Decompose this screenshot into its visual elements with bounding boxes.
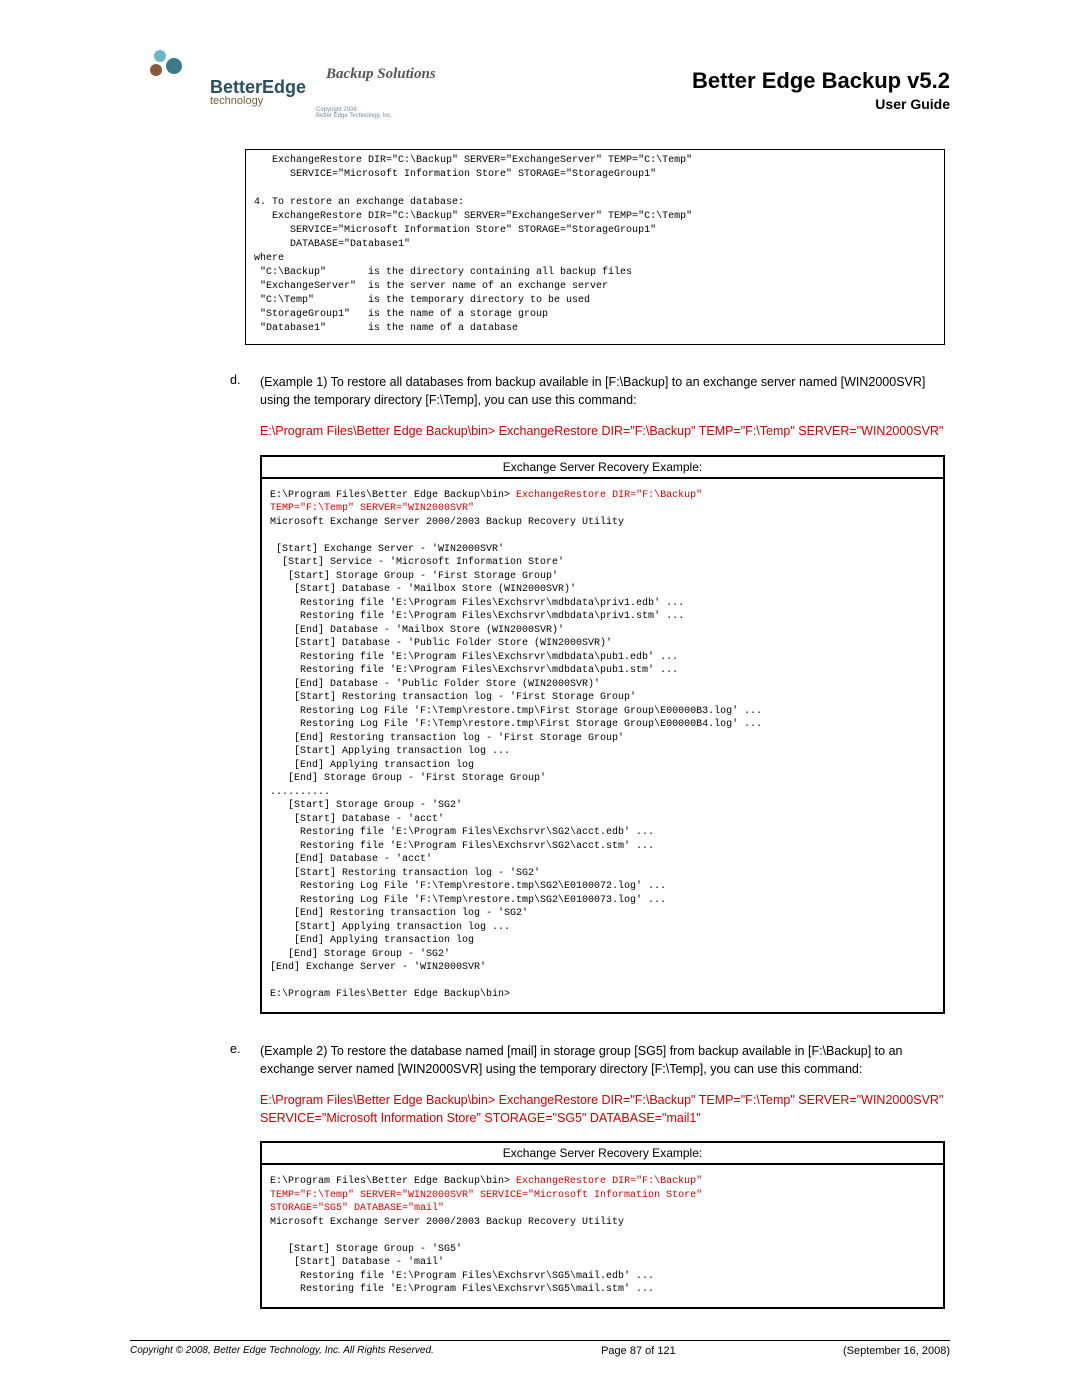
list-letter-d: d. (230, 373, 260, 409)
title-area: Better Edge Backup v5.2 User Guide (692, 68, 950, 112)
page-header: BetterEdge technology Backup Solutions C… (130, 50, 950, 119)
logo-icon (130, 50, 200, 110)
content-area: ExchangeRestore DIR="C:\Backup" SERVER="… (230, 149, 950, 1309)
example1-output: Microsoft Exchange Server 2000/2003 Back… (270, 517, 762, 1001)
footer-date: (September 16, 2008) (843, 1345, 950, 1357)
logo-sub: technology (210, 96, 306, 107)
logo-area: BetterEdge technology Backup Solutions C… (130, 50, 436, 119)
example2-output: Microsoft Exchange Server 2000/2003 Back… (270, 1217, 654, 1296)
footer-page: Page 87 of 121 (601, 1345, 676, 1357)
page-footer: Copyright © 2008, Better Edge Technology… (130, 1340, 950, 1357)
code-box-usage: ExchangeRestore DIR="C:\Backup" SERVER="… (245, 149, 945, 345)
tiny-copyright: Copyright 2008 Better Edge Technology, I… (316, 107, 436, 119)
example-box-1: Exchange Server Recovery Example: E:\Pro… (260, 455, 945, 1014)
example2-prompt: E:\Program Files\Better Edge Backup\bin> (270, 1176, 516, 1187)
list-letter-e: e. (230, 1042, 260, 1078)
example1-prompt: E:\Program Files\Better Edge Backup\bin> (270, 490, 516, 501)
example-title-2: Exchange Server Recovery Example: (262, 1143, 943, 1165)
command-d: E:\Program Files\Better Edge Backup\bin>… (260, 423, 950, 441)
logo-block (130, 50, 200, 110)
list-item-e: e. (Example 2) To restore the database n… (230, 1042, 950, 1078)
list-body-d: (Example 1) To restore all databases fro… (260, 373, 950, 409)
example-box-2: Exchange Server Recovery Example: E:\Pro… (260, 1141, 945, 1309)
logo-text: BetterEdge technology (210, 78, 306, 107)
list-body-e: (Example 2) To restore the database name… (260, 1042, 950, 1078)
document-title: Better Edge Backup v5.2 (692, 68, 950, 94)
document-subtitle: User Guide (692, 96, 950, 112)
backup-solutions-label: Backup Solutions (326, 66, 436, 83)
list-item-d: d. (Example 1) To restore all databases … (230, 373, 950, 409)
example-title-1: Exchange Server Recovery Example: (262, 457, 943, 479)
example-body-1: E:\Program Files\Better Edge Backup\bin>… (262, 479, 943, 1012)
example-body-2: E:\Program Files\Better Edge Backup\bin>… (262, 1165, 943, 1307)
footer-copyright: Copyright © 2008, Better Edge Technology… (130, 1345, 434, 1357)
logo-name: BetterEdge (210, 77, 306, 97)
command-e: E:\Program Files\Better Edge Backup\bin>… (260, 1092, 950, 1127)
